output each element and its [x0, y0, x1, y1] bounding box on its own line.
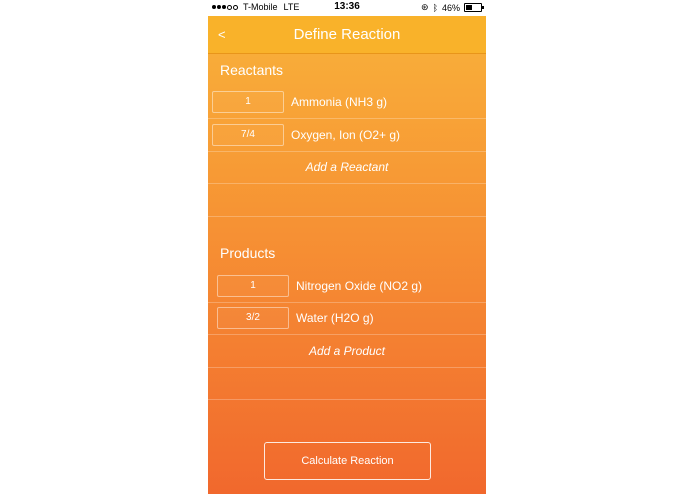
reactant-species-label[interactable]: Ammonia (NH3 g)	[291, 95, 387, 109]
product-row: 1 Nitrogen Oxide (NO2 g)	[208, 270, 486, 303]
add-reactant-row[interactable]: Add a Reactant	[208, 151, 486, 184]
empty-row	[208, 184, 486, 217]
app-screen: T-Mobile LTE 13:36 ⊛ ᛒ 46% < Define Reac…	[208, 0, 486, 494]
products-header: Products	[220, 245, 276, 261]
reactant-coefficient-field[interactable]: 1	[212, 91, 284, 113]
product-species-label[interactable]: Water (H2O g)	[296, 311, 374, 325]
add-product-button[interactable]: Add a Product	[208, 344, 486, 358]
status-right: ⊛ ᛒ 46%	[421, 2, 484, 13]
add-reactant-button[interactable]: Add a Reactant	[208, 160, 486, 174]
orientation-lock-icon: ⊛	[421, 2, 429, 12]
battery-percent: 46%	[441, 2, 460, 13]
nav-bar: < Define Reaction	[208, 16, 486, 54]
calculate-reaction-button[interactable]: Calculate Reaction	[264, 442, 431, 480]
reactant-row: 1 Ammonia (NH3 g)	[208, 86, 486, 119]
battery-level	[466, 5, 472, 10]
reactants-header: Reactants	[220, 62, 284, 78]
reactant-species-label[interactable]: Oxygen, Ion (O2+ g)	[291, 128, 400, 142]
product-coefficient-field[interactable]: 3/2	[217, 307, 289, 329]
add-product-row[interactable]: Add a Product	[208, 335, 486, 368]
status-bar: T-Mobile LTE 13:36 ⊛ ᛒ 46%	[208, 0, 486, 16]
page-title: Define Reaction	[293, 26, 401, 43]
reactant-coefficient-field[interactable]: 7/4	[212, 124, 284, 146]
product-coefficient-field[interactable]: 1	[217, 275, 289, 297]
battery-icon	[464, 3, 484, 12]
product-species-label[interactable]: Nitrogen Oxide (NO2 g)	[296, 279, 422, 293]
product-row: 3/2 Water (H2O g)	[208, 302, 486, 335]
bluetooth-icon: ᛒ	[432, 2, 438, 13]
reactant-row: 7/4 Oxygen, Ion (O2+ g)	[208, 119, 486, 152]
empty-row	[208, 367, 486, 400]
